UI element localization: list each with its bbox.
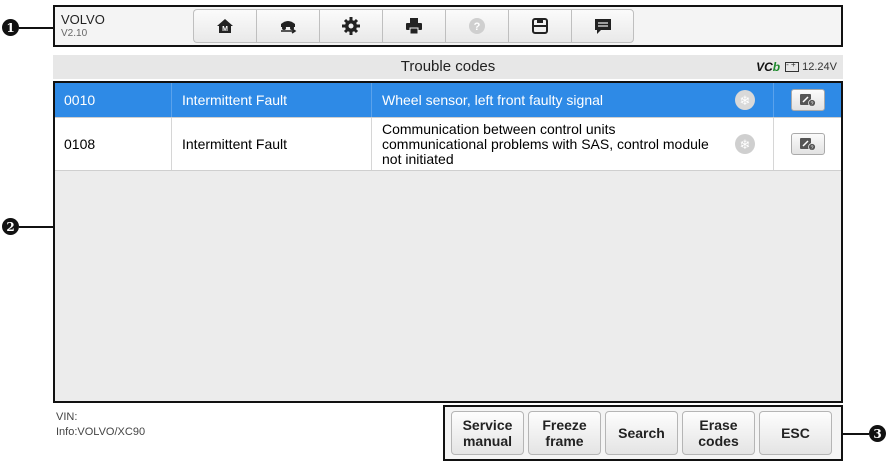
- toolbar-buttons: M ?: [193, 9, 634, 43]
- vin-label: VIN:: [56, 411, 78, 423]
- home-button[interactable]: M: [193, 9, 256, 43]
- connection-status: VCb 12.24V: [756, 60, 837, 74]
- dtc-help-cell: ?: [774, 118, 841, 170]
- function-button-bar: Service manual Freeze frame Search Erase…: [443, 405, 843, 461]
- service-manual-button[interactable]: Service manual: [451, 411, 524, 455]
- dtc-status: Intermittent Fault: [172, 118, 372, 170]
- wrench-help-icon: ?: [799, 138, 816, 152]
- help-icon: ?: [469, 18, 485, 34]
- save-icon: [532, 18, 548, 34]
- dtc-code: 0010: [55, 83, 172, 117]
- dtc-help-button[interactable]: ?: [790, 133, 825, 155]
- svg-text:?: ?: [810, 102, 813, 108]
- dtc-help-cell: ?: [774, 83, 841, 117]
- vehicle-swap-button[interactable]: [256, 9, 319, 43]
- page-title: Trouble codes: [400, 58, 496, 75]
- vehicle-swap-icon: [281, 21, 297, 34]
- voltage-value: 12.24V: [802, 61, 837, 73]
- printer-icon: [406, 18, 422, 35]
- freeze-frame-button[interactable]: Freeze frame: [528, 411, 601, 455]
- callout-1: 1: [2, 19, 19, 36]
- dtc-description: Wheel sensor, left front faulty signal ❄: [372, 83, 774, 117]
- vehicle-info: VIN: Info:VOLVO/XC90: [56, 410, 145, 440]
- table-row[interactable]: 0108 Intermittent Fault Communication be…: [55, 118, 841, 171]
- search-button[interactable]: Search: [605, 411, 678, 455]
- callout-2: 2: [2, 218, 19, 235]
- home-icon: M: [217, 19, 233, 33]
- battery-icon: [785, 60, 800, 72]
- brand-block: VOLVO V2.10: [61, 12, 105, 39]
- help-button[interactable]: ?: [445, 9, 508, 43]
- info-label: Info:VOLVO/XC90: [56, 426, 146, 438]
- top-toolbar: VOLVO V2.10 M ?: [53, 5, 843, 47]
- title-bar: Trouble codes VCb 12.24V: [53, 55, 843, 79]
- save-button[interactable]: [508, 9, 571, 43]
- callout-1-line: [19, 27, 53, 29]
- table-row[interactable]: 0010 Intermittent Fault Wheel sensor, le…: [55, 83, 841, 118]
- version-label: V2.10: [61, 28, 88, 39]
- data-logging-button[interactable]: [571, 9, 634, 43]
- callout-3: 3: [869, 425, 886, 442]
- gear-icon: [342, 17, 360, 35]
- dtc-description-text: Communication between control units comm…: [382, 120, 709, 167]
- svg-text:?: ?: [810, 146, 813, 152]
- dtc-description-text: Wheel sensor, left front faulty signal: [382, 91, 603, 108]
- callout-2-line: [19, 226, 53, 228]
- dtc-description: Communication between control units comm…: [372, 118, 774, 170]
- callout-3-line: [843, 433, 869, 435]
- dtc-help-button[interactable]: ?: [790, 89, 825, 111]
- svg-text:M: M: [222, 26, 228, 33]
- wrench-help-icon: ?: [799, 94, 816, 108]
- dtc-status: Intermittent Fault: [172, 83, 372, 117]
- svg-text:?: ?: [474, 21, 481, 33]
- trouble-code-list: 0010 Intermittent Fault Wheel sensor, le…: [53, 81, 843, 403]
- esc-button[interactable]: ESC: [759, 411, 832, 455]
- chat-icon: [594, 19, 611, 34]
- freeze-frame-icon[interactable]: ❄: [735, 90, 755, 110]
- erase-codes-button[interactable]: Erase codes: [682, 411, 755, 455]
- settings-button[interactable]: [319, 9, 382, 43]
- dtc-code: 0108: [55, 118, 172, 170]
- vci-indicator: VCb: [756, 60, 781, 74]
- brand-name: VOLVO: [61, 12, 105, 27]
- print-button[interactable]: [382, 9, 445, 43]
- freeze-frame-icon[interactable]: ❄: [735, 134, 755, 154]
